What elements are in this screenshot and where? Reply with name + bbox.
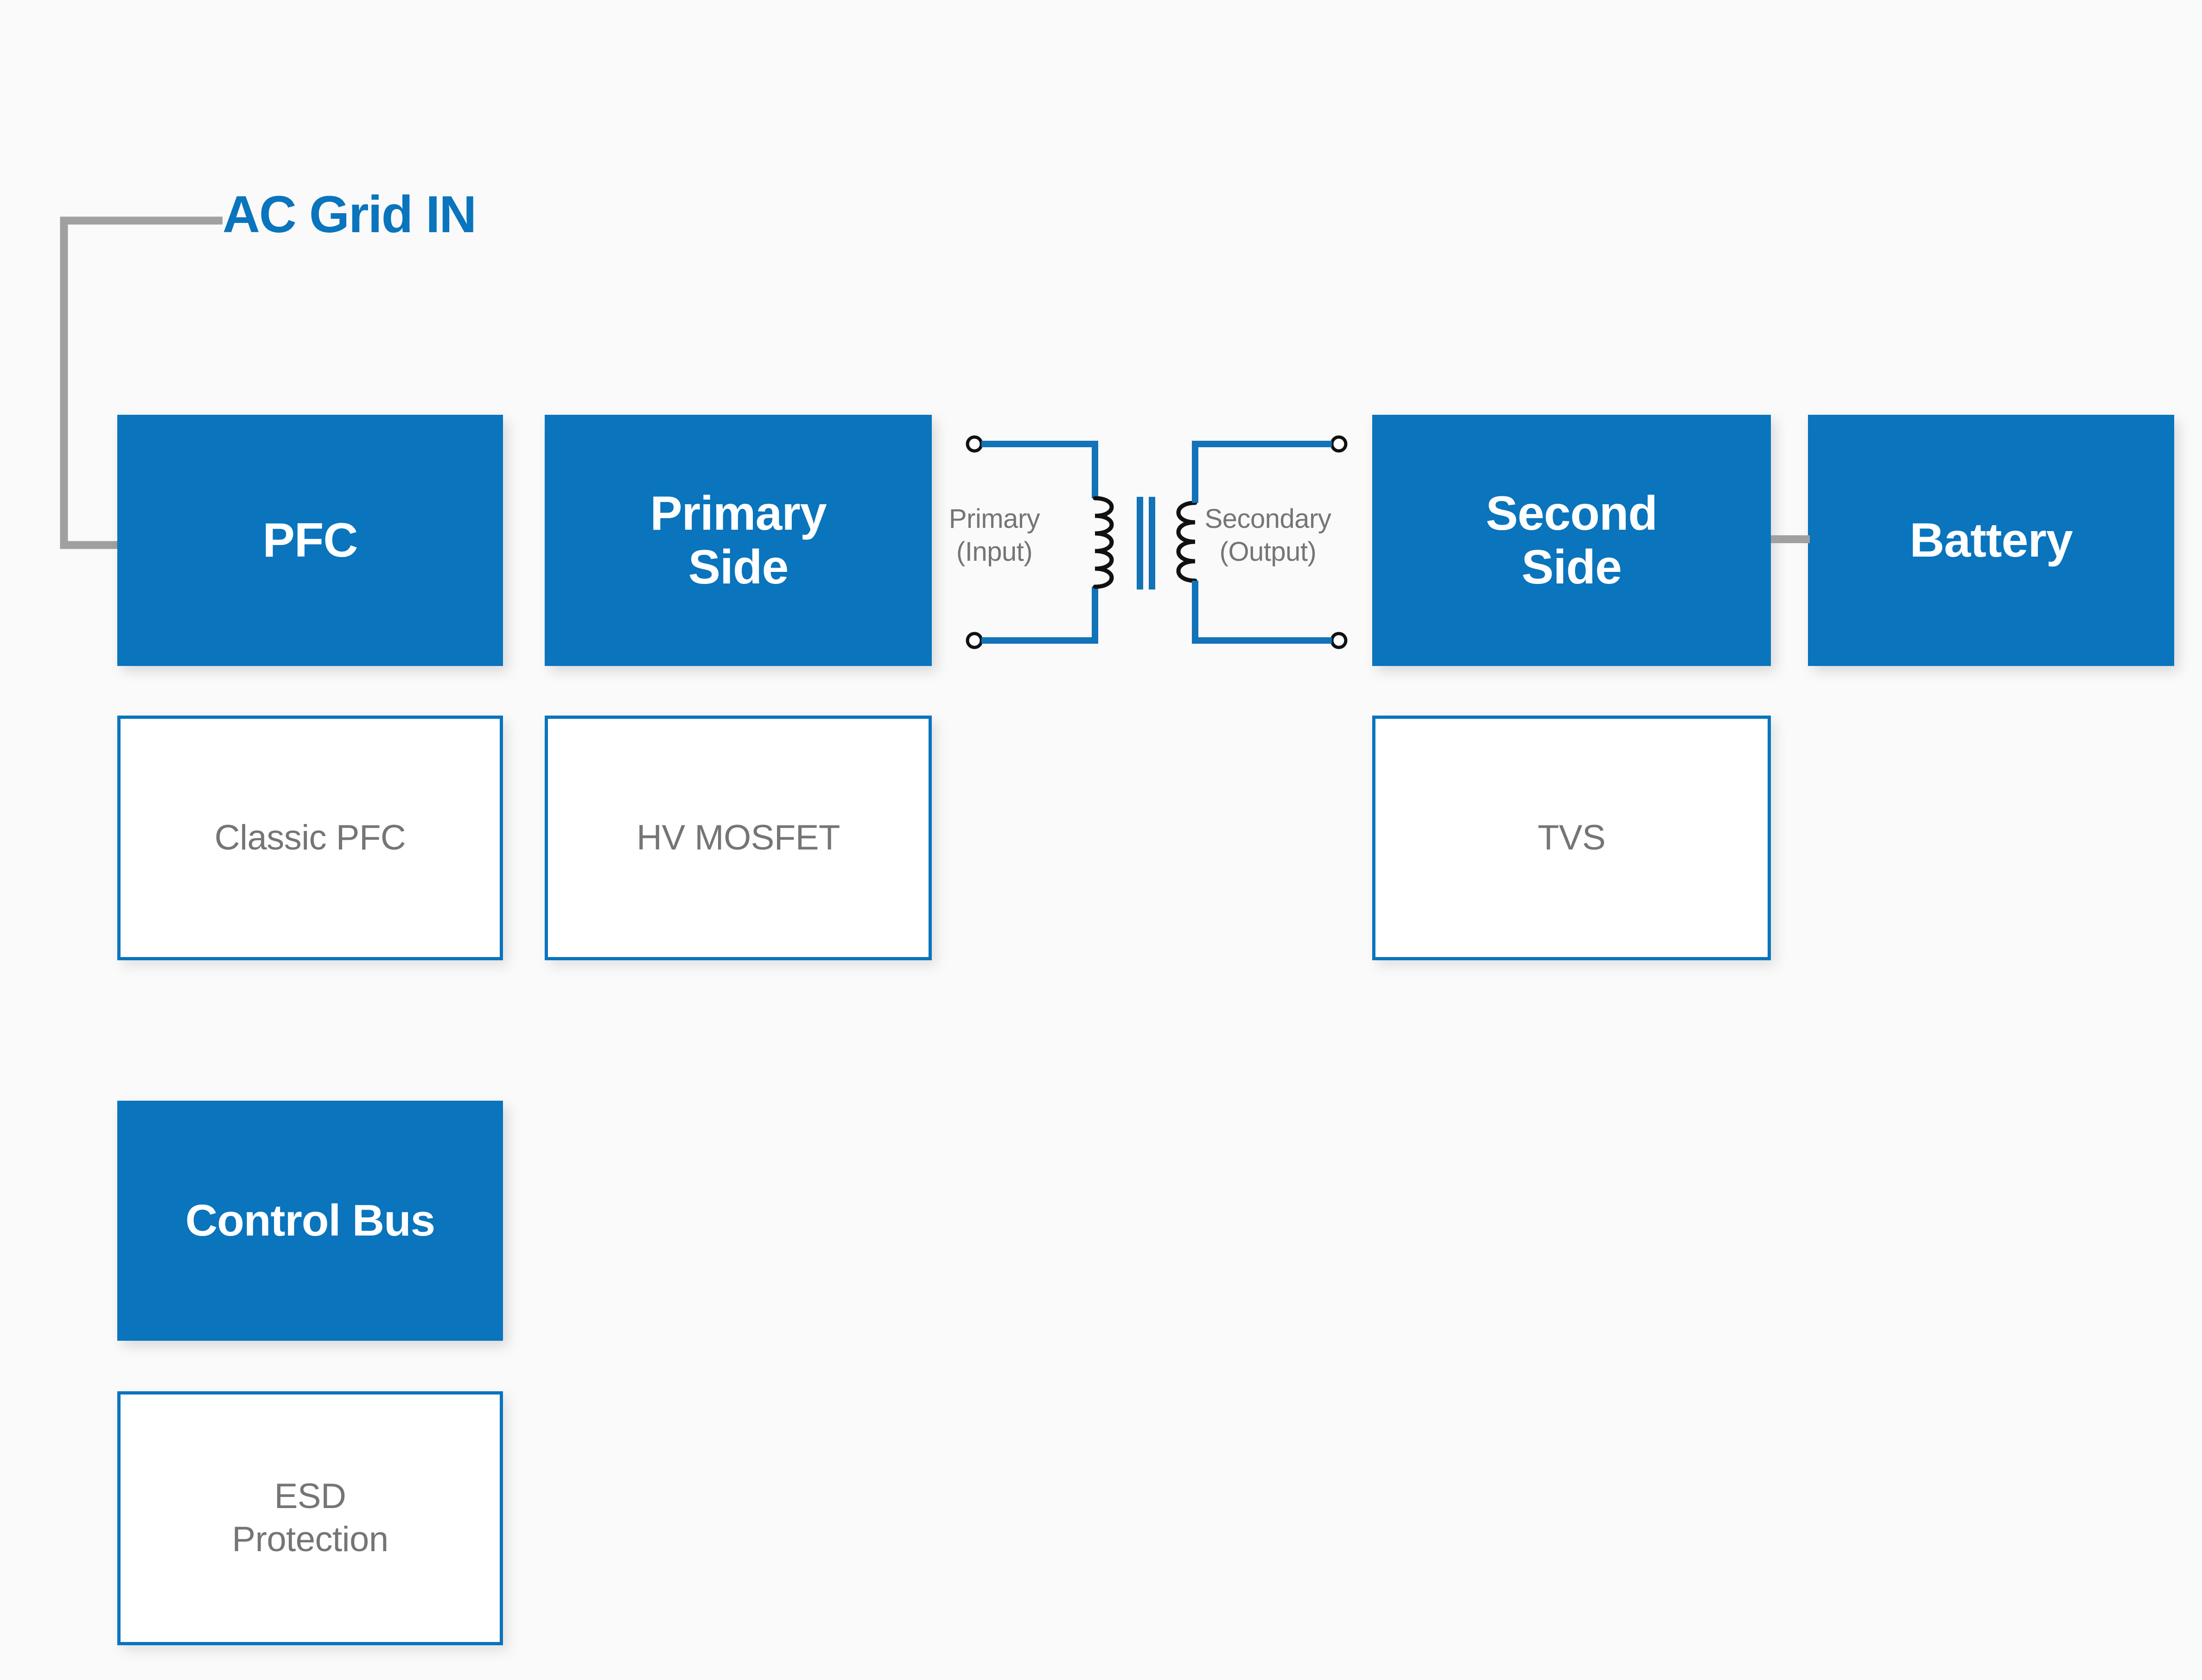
component-box-classic-pfc[interactable]: Classic PFC (117, 716, 503, 960)
connector-second-side-to-battery (1771, 535, 1810, 543)
diagram-canvas: AC Grid IN PFC Primary Side Second Side … (0, 0, 2202, 1680)
ac-grid-in-label: AC Grid IN (223, 185, 477, 243)
component-label-classic-pfc: Classic PFC (214, 818, 406, 857)
stage-box-second-side[interactable]: Second Side (1372, 415, 1771, 666)
component-label-tvs: TVS (1537, 818, 1606, 857)
stage-box-control-bus[interactable]: Control Bus (117, 1101, 503, 1341)
component-box-esd-protection[interactable]: ESD Protection (117, 1391, 503, 1645)
transformer-secondary-label: Secondary (Output) (1204, 504, 1331, 567)
component-box-tvs[interactable]: TVS (1372, 716, 1771, 960)
component-label-esd-protection: ESD Protection (232, 1477, 388, 1559)
stage-box-primary-side[interactable]: Primary Side (545, 415, 932, 666)
stage-box-battery[interactable]: Battery (1808, 415, 2174, 666)
component-box-hv-mosfet[interactable]: HV MOSFET (545, 716, 932, 960)
stage-label-primary-side: Primary Side (650, 486, 827, 594)
stage-label-second-side: Second Side (1486, 486, 1658, 594)
component-label-hv-mosfet: HV MOSFET (636, 818, 840, 857)
transformer-primary-label: Primary (Input) (948, 504, 1040, 567)
stage-label-pfc: PFC (262, 513, 358, 567)
stage-label-battery: Battery (1909, 513, 2073, 567)
stage-box-pfc[interactable]: PFC (117, 415, 503, 666)
stage-label-control-bus: Control Bus (185, 1196, 435, 1246)
